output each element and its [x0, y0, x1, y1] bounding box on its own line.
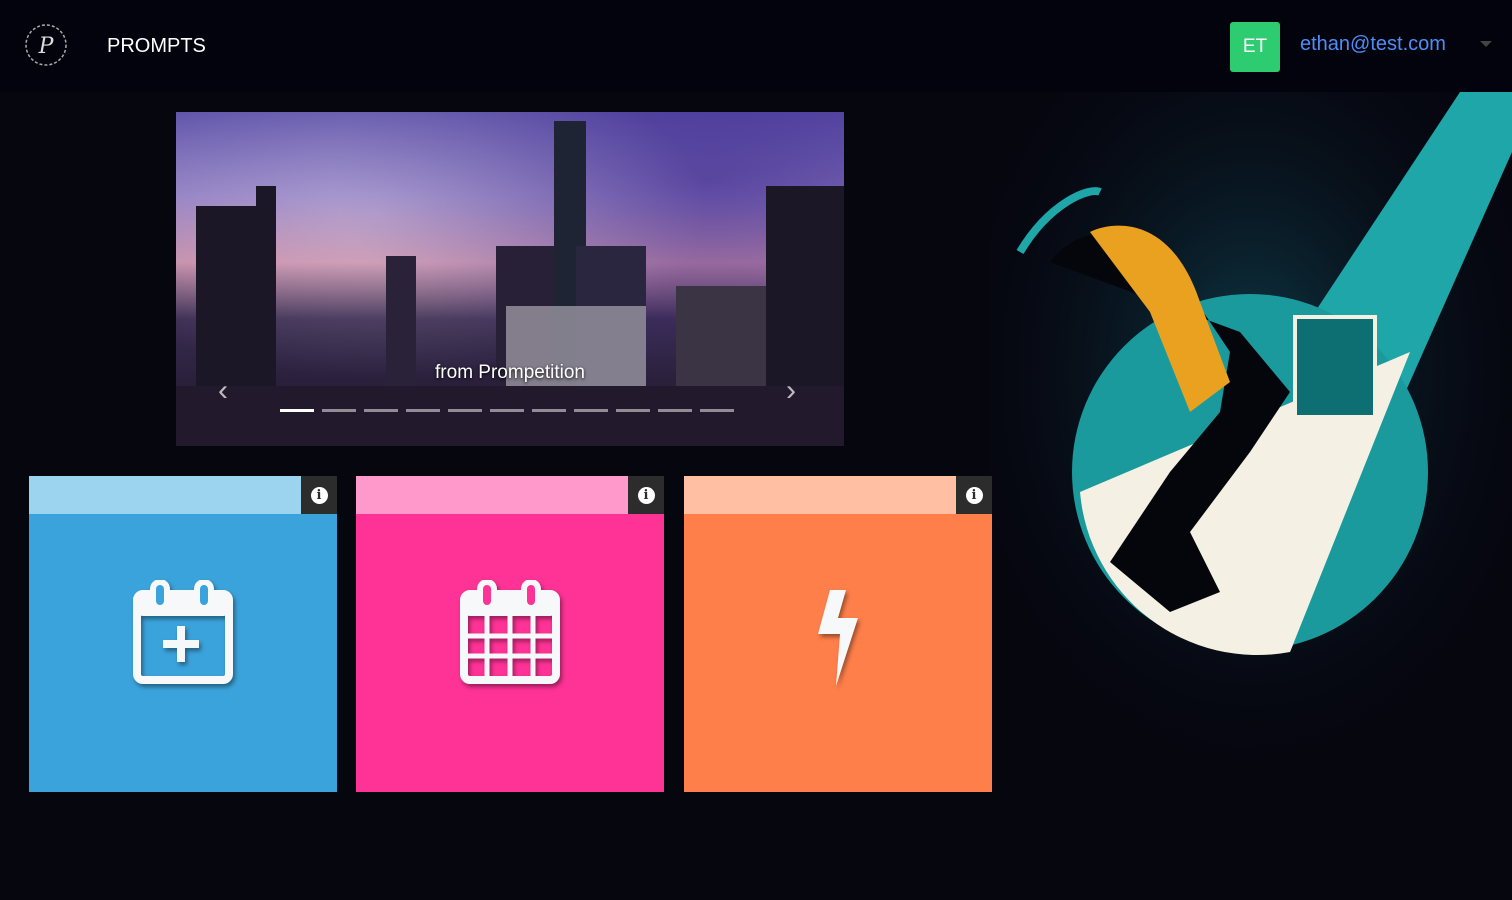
tile-calendar[interactable]: i — [356, 476, 664, 792]
chevron-down-icon[interactable] — [1480, 41, 1492, 47]
carousel-indicator[interactable] — [364, 409, 398, 412]
carousel-caption: from Prompetition — [435, 362, 585, 383]
carousel-indicator[interactable] — [532, 409, 566, 412]
image-carousel[interactable]: ‹ › from Prompetition — [176, 112, 844, 446]
carousel-indicator[interactable] — [280, 409, 314, 412]
svg-text:P: P — [38, 34, 55, 59]
info-button[interactable]: i — [628, 476, 664, 514]
hero-illustration — [990, 92, 1512, 792]
lightning-icon — [818, 590, 858, 686]
info-icon: i — [637, 486, 655, 504]
brand-title[interactable]: PROMPTS — [107, 35, 206, 58]
top-nav: P PROMPTS ET ethan@test.com — [0, 0, 1512, 92]
carousel-indicator[interactable] — [448, 409, 482, 412]
info-icon: i — [310, 486, 328, 504]
info-button[interactable]: i — [301, 476, 337, 514]
carousel-indicator[interactable] — [322, 409, 356, 412]
carousel-indicator[interactable] — [490, 409, 524, 412]
carousel-indicator[interactable] — [574, 409, 608, 412]
carousel-indicator[interactable] — [406, 409, 440, 412]
user-email[interactable]: ethan@test.com — [1300, 33, 1446, 56]
calendar-icon — [460, 580, 560, 684]
tile-add-event[interactable]: i — [29, 476, 337, 792]
logo-icon[interactable]: P — [24, 23, 68, 67]
info-button[interactable]: i — [956, 476, 992, 514]
carousel-indicator[interactable] — [658, 409, 692, 412]
carousel-indicator[interactable] — [616, 409, 650, 412]
calendar-plus-icon — [133, 580, 233, 684]
tile-quick[interactable]: i — [684, 476, 992, 792]
carousel-indicators — [280, 409, 734, 412]
avatar[interactable]: ET — [1230, 22, 1280, 72]
carousel-indicator[interactable] — [700, 409, 734, 412]
info-icon: i — [965, 486, 983, 504]
